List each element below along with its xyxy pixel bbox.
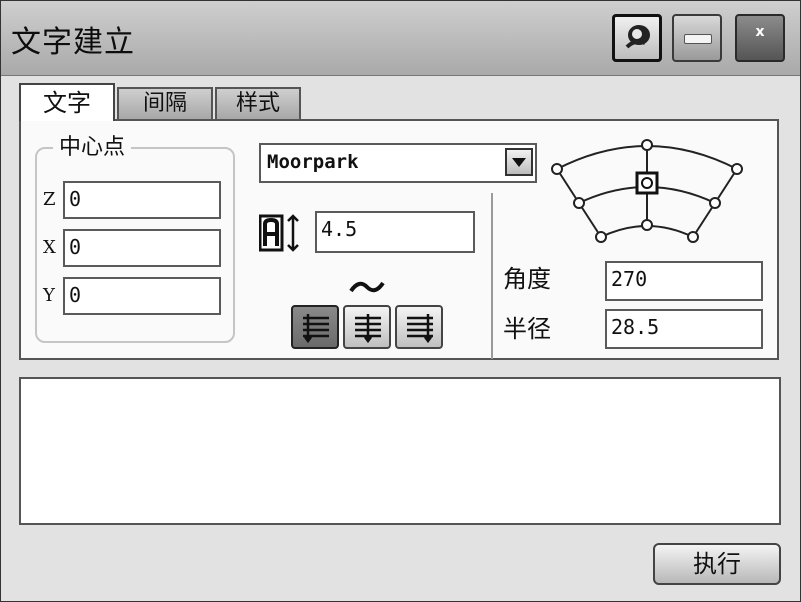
center-point-title: 中心点: [53, 129, 132, 161]
y-label: Y: [43, 285, 55, 306]
radius-field[interactable]: 28.5: [605, 309, 763, 349]
align-left-icon: [303, 314, 329, 344]
text-height-icon: [259, 214, 299, 252]
anchor-top-left[interactable]: [551, 163, 563, 175]
tab-spacing[interactable]: 间隔: [117, 87, 213, 119]
z-field[interactable]: 0: [63, 181, 221, 219]
angle-field[interactable]: 270: [605, 261, 763, 301]
center-point-group: 中心点 Z 0 X 0 Y 0: [35, 129, 235, 343]
window-title: 文字建立: [11, 25, 135, 60]
anchor-middle-left[interactable]: [573, 197, 585, 209]
align-right-icon: [407, 314, 433, 344]
anchor-bottom-left[interactable]: [595, 231, 607, 243]
font-name: Moorpark: [267, 151, 359, 173]
vertical-divider: [491, 193, 493, 359]
minimize-button[interactable]: [672, 14, 722, 62]
angle-label: 角度: [503, 265, 551, 293]
text-height-field[interactable]: 4.5: [315, 211, 475, 253]
arc-anchor-selector[interactable]: [545, 131, 755, 249]
z-label: Z: [43, 189, 56, 210]
pin-icon: [625, 25, 650, 49]
pin-button[interactable]: [612, 14, 662, 62]
align-right-button[interactable]: [395, 305, 443, 349]
dialog-window: 文字建立 x 文字 间隔 样式 中心点 Z 0 X 0 Y 0 Moorpark…: [0, 0, 801, 602]
minimize-icon: [684, 34, 712, 44]
align-center-button[interactable]: [343, 305, 391, 349]
close-button[interactable]: x: [735, 14, 785, 62]
align-left-button[interactable]: [291, 305, 339, 349]
title-bar[interactable]: 文字建立 x: [1, 1, 800, 76]
anchor-bottom-right[interactable]: [687, 231, 699, 243]
y-field[interactable]: 0: [63, 277, 221, 315]
x-label: X: [43, 237, 56, 258]
execute-button[interactable]: 执行: [653, 543, 781, 585]
align-center-icon: [355, 314, 381, 344]
anchor-top-center[interactable]: [641, 139, 653, 151]
close-icon: x: [755, 24, 765, 40]
tab-style[interactable]: 样式: [215, 87, 301, 119]
anchor-middle-right[interactable]: [709, 197, 721, 209]
message-area[interactable]: [19, 377, 781, 525]
tab-text[interactable]: 文字: [19, 83, 115, 121]
anchor-top-right[interactable]: [731, 163, 743, 175]
font-dropdown[interactable]: Moorpark: [259, 143, 537, 183]
dropdown-arrow-icon[interactable]: [505, 148, 533, 176]
anchor-bottom-center[interactable]: [641, 219, 653, 231]
curve-tilde-icon: [349, 281, 385, 293]
radius-label: 半径: [503, 315, 551, 343]
tab-panel-text: 中心点 Z 0 X 0 Y 0 Moorpark 4.5 角度 270 半径 2…: [19, 119, 779, 360]
x-field[interactable]: 0: [63, 229, 221, 267]
